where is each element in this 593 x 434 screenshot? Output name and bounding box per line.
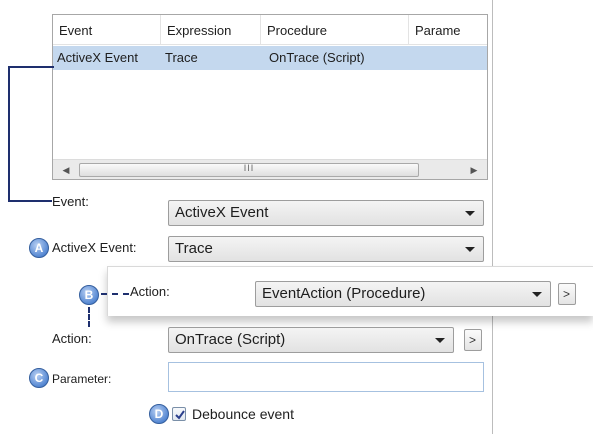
- callout-d-badge: D: [149, 404, 169, 424]
- list-header: Event Expression Procedure Parame: [53, 15, 487, 45]
- debounce-label[interactable]: Debounce event: [192, 406, 294, 422]
- parameter-label: Parameter:: [52, 372, 112, 386]
- callout-b-badge: B: [79, 285, 99, 305]
- action-popup: Action: EventAction (Procedure) >: [107, 266, 593, 316]
- connector-line: [8, 200, 52, 202]
- column-header-parameter[interactable]: Parame: [409, 15, 487, 45]
- popup-action-dropdown[interactable]: EventAction (Procedure): [255, 281, 551, 307]
- event-label: Event:: [52, 194, 89, 209]
- activex-event-dropdown-value: Trace: [175, 240, 213, 257]
- checkmark-icon: [175, 410, 185, 420]
- connector-line: [8, 66, 54, 68]
- activex-event-dropdown[interactable]: Trace: [168, 236, 484, 262]
- column-header-event[interactable]: Event: [53, 15, 161, 45]
- table-row[interactable]: ActiveX Event Trace OnTrace (Script): [53, 46, 487, 70]
- callout-b-leader: [101, 293, 129, 295]
- column-header-expression[interactable]: Expression: [161, 15, 261, 45]
- column-header-procedure[interactable]: Procedure: [261, 15, 409, 45]
- popup-more-button[interactable]: >: [558, 283, 576, 305]
- callout-c-badge: C: [29, 368, 49, 388]
- connector-line: [8, 66, 10, 202]
- chevron-down-icon: [435, 338, 445, 343]
- debounce-checkbox[interactable]: [172, 407, 186, 421]
- scroll-grip-icon: III: [243, 163, 255, 173]
- parameter-input[interactable]: [168, 362, 484, 392]
- cell-expression: Trace: [165, 50, 198, 65]
- cell-event: ActiveX Event: [57, 50, 138, 65]
- event-dropdown[interactable]: ActiveX Event: [168, 200, 484, 226]
- popup-action-dropdown-value: EventAction (Procedure): [262, 285, 426, 302]
- action-more-button[interactable]: >: [464, 329, 482, 351]
- event-dropdown-value: ActiveX Event: [175, 204, 269, 221]
- chevron-down-icon: [465, 211, 475, 216]
- cell-procedure: OnTrace (Script): [269, 50, 365, 65]
- horizontal-scrollbar[interactable]: ◀ III ▶: [53, 159, 487, 179]
- callout-a-badge: A: [29, 238, 49, 258]
- chevron-right-icon: >: [563, 287, 571, 301]
- scroll-right-icon[interactable]: ▶: [467, 163, 481, 177]
- chevron-right-icon: >: [469, 333, 477, 347]
- scroll-left-icon[interactable]: ◀: [59, 163, 73, 177]
- chevron-down-icon: [465, 247, 475, 252]
- action-label: Action:: [52, 331, 92, 346]
- callout-b-leader: [88, 307, 90, 327]
- activex-event-label: ActiveX Event:: [52, 240, 137, 255]
- action-dropdown-value: OnTrace (Script): [175, 331, 286, 348]
- chevron-down-icon: [532, 292, 542, 297]
- action-dropdown[interactable]: OnTrace (Script): [168, 327, 454, 353]
- scrollbar-thumb[interactable]: III: [79, 163, 419, 177]
- popup-action-label: Action:: [130, 284, 170, 299]
- event-list[interactable]: Event Expression Procedure Parame Active…: [52, 14, 488, 180]
